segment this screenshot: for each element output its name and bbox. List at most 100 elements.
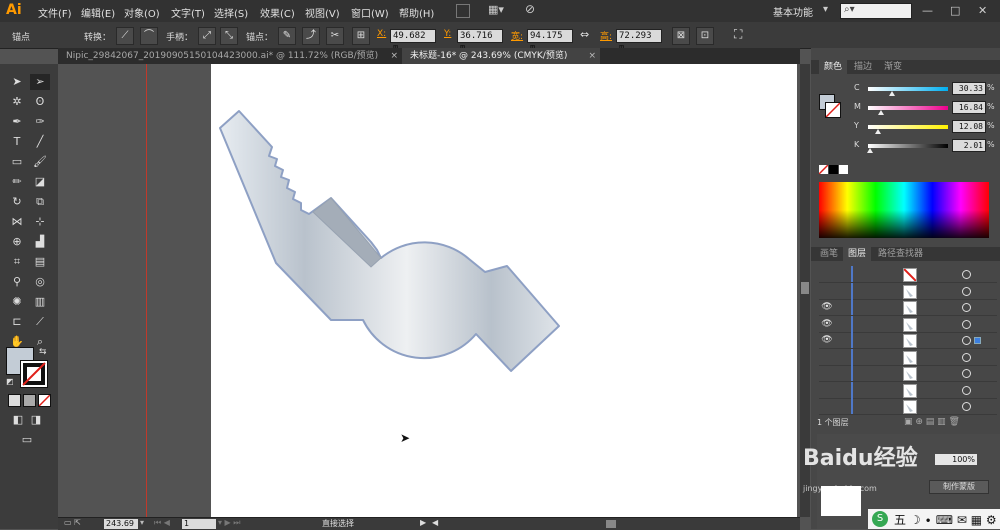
stroke-swatch[interactable] — [20, 360, 48, 388]
ruler-guide[interactable] — [146, 64, 147, 517]
constrain-link-icon[interactable]: ⇔ — [580, 28, 589, 41]
blend-tool-icon[interactable]: ◎ — [30, 274, 50, 290]
target-icon[interactable] — [962, 270, 971, 279]
eye-icon[interactable] — [821, 400, 833, 412]
layer-row[interactable]: 👁 — [819, 332, 997, 349]
convert-to-smooth-icon[interactable]: ⌒ — [140, 27, 158, 45]
menu-file[interactable]: 文件(F) — [38, 5, 72, 20]
scroll-left-icon[interactable]: ◀ — [432, 518, 438, 527]
mesh-tool-icon[interactable]: ⌗ — [7, 254, 27, 270]
menu-help[interactable]: 帮助(H) — [399, 5, 434, 20]
eye-icon[interactable] — [821, 367, 833, 379]
pencil-tool-icon[interactable]: ✏ — [7, 174, 27, 190]
lasso-tool-icon[interactable]: ʘ — [30, 94, 50, 110]
draw-behind-icon[interactable]: ◨ — [26, 412, 46, 428]
channel-value[interactable]: 2.01 — [952, 139, 986, 152]
color-mode-icon[interactable] — [8, 394, 21, 407]
channel-value[interactable]: 12.08 — [952, 120, 986, 133]
align-points-icon[interactable]: ⊞ — [352, 27, 370, 45]
arrange-documents-icon[interactable]: ▦▾ — [488, 3, 504, 16]
target-icon[interactable] — [962, 336, 971, 345]
draw-normal-icon[interactable]: ◧ — [8, 412, 28, 428]
gradient-tool-icon[interactable]: ▤ — [30, 254, 50, 270]
line-tool-icon[interactable]: ╱ — [30, 134, 50, 150]
close-window-button[interactable]: ✕ — [978, 4, 987, 17]
target-icon[interactable] — [962, 402, 971, 411]
tab-pathfinder[interactable]: 路径查找器 — [873, 247, 928, 261]
connect-endpoints-icon[interactable]: ⤴ — [302, 27, 320, 45]
magic-wand-tool-icon[interactable]: ✲ — [7, 94, 27, 110]
white-swatch[interactable] — [839, 165, 848, 174]
tab-stroke[interactable]: 描边 — [849, 60, 877, 74]
layer-row[interactable] — [819, 381, 997, 399]
artboard-field[interactable]: 1 — [182, 519, 216, 529]
cut-path-icon[interactable]: ✂ — [326, 27, 344, 45]
eye-icon[interactable] — [821, 268, 833, 280]
transform-icon[interactable]: ⊠ — [672, 27, 690, 45]
close-icon[interactable]: × — [390, 48, 398, 64]
tab-untitled-document[interactable]: 未标题-16* @ 243.69% (CMYK/预览) × — [402, 48, 600, 64]
graph-tool-icon[interactable]: ▥ — [30, 294, 50, 310]
h-scroll-thumb[interactable] — [606, 520, 616, 528]
next-artboard-icon[interactable]: ▾ ▶ ⏭ — [218, 518, 240, 528]
eye-icon[interactable] — [821, 285, 833, 297]
menu-type[interactable]: 文字(T) — [171, 5, 205, 20]
search-input[interactable]: ⌕▾ — [840, 3, 912, 19]
tab-brushes[interactable]: 画笔 — [815, 247, 843, 261]
screen-mode-icon[interactable]: ▭ — [17, 432, 37, 448]
channel-value[interactable]: 30.33 — [952, 82, 986, 95]
channel-slider[interactable] — [868, 87, 948, 91]
eye-icon[interactable]: 👁 — [821, 301, 833, 313]
none-swatch[interactable] — [818, 164, 829, 175]
maximize-button[interactable]: □ — [950, 4, 960, 17]
layer-row[interactable] — [819, 398, 997, 415]
target-icon[interactable] — [962, 319, 971, 329]
tab-layers[interactable]: 图层 — [843, 247, 872, 261]
menu-view[interactable]: 视图(V) — [305, 5, 340, 20]
slider-handle[interactable] — [875, 129, 881, 134]
slider-handle[interactable] — [889, 91, 895, 96]
layer-row[interactable] — [819, 266, 997, 283]
prev-artboard-icon[interactable]: ⏮ ◀ — [154, 518, 170, 528]
menu-select[interactable]: 选择(S) — [214, 5, 248, 20]
channel-slider[interactable] — [868, 144, 948, 148]
selection-indicator[interactable] — [974, 337, 981, 344]
gradient-mode-icon[interactable] — [23, 394, 36, 407]
channel-value[interactable]: 16.84 — [952, 101, 986, 114]
tab-color[interactable]: 颜色 — [819, 60, 848, 74]
artboard[interactable] — [211, 64, 797, 517]
pen-tool-icon[interactable]: ✒ — [7, 114, 27, 130]
workspace-dropdown-icon[interactable]: ▾ — [823, 4, 828, 15]
remove-anchor-icon[interactable]: ✎ — [278, 27, 296, 45]
eye-icon[interactable] — [821, 384, 833, 396]
target-icon[interactable] — [962, 303, 971, 312]
ime-toolbar-icons[interactable]: 五 ☽ ∙ ⌨ ✉ ▦ ⚙ — [894, 511, 997, 528]
menu-window[interactable]: 窗口(W) — [351, 5, 389, 20]
eraser-tool-icon[interactable]: ◪ — [30, 174, 50, 190]
eye-icon[interactable]: 👁 — [821, 318, 833, 330]
slider-handle[interactable] — [867, 148, 873, 153]
default-colors-icon[interactable]: ◩ — [6, 377, 14, 386]
target-icon[interactable] — [962, 352, 971, 362]
menu-effect[interactable]: 效果(C) — [260, 5, 295, 20]
make-mask-button[interactable]: 制作蒙版 — [929, 480, 989, 494]
scale-tool-icon[interactable]: ⧉ — [30, 194, 50, 210]
rotate-tool-icon[interactable]: ↻ — [7, 194, 27, 210]
close-icon[interactable]: × — [588, 48, 596, 64]
ime-toolbar[interactable]: S 五 ☽ ∙ ⌨ ✉ ▦ ⚙ — [868, 509, 1000, 529]
eyedropper-tool-icon[interactable]: ⚲ — [7, 274, 27, 290]
gpu-performance-icon[interactable]: ⊘ — [525, 2, 535, 16]
wrench-shape[interactable] — [219, 110, 560, 372]
x-field[interactable]: 49.682 m — [390, 29, 436, 53]
isolate-icon[interactable]: ⊡ — [696, 27, 714, 45]
symbol-sprayer-tool-icon[interactable]: ✺ — [7, 294, 27, 310]
black-swatch[interactable] — [829, 165, 838, 174]
minimize-button[interactable]: — — [922, 4, 933, 17]
target-icon[interactable] — [962, 385, 971, 395]
layer-row[interactable]: 👁 — [819, 315, 997, 333]
show-handles-icon[interactable]: ⤢ — [198, 27, 216, 45]
tab-nipic-document[interactable]: Nipic_29842067_20190905150104423000.ai* … — [58, 48, 402, 64]
target-icon[interactable] — [962, 369, 971, 378]
layer-row[interactable] — [819, 282, 997, 300]
scroll-thumb[interactable] — [801, 282, 809, 294]
